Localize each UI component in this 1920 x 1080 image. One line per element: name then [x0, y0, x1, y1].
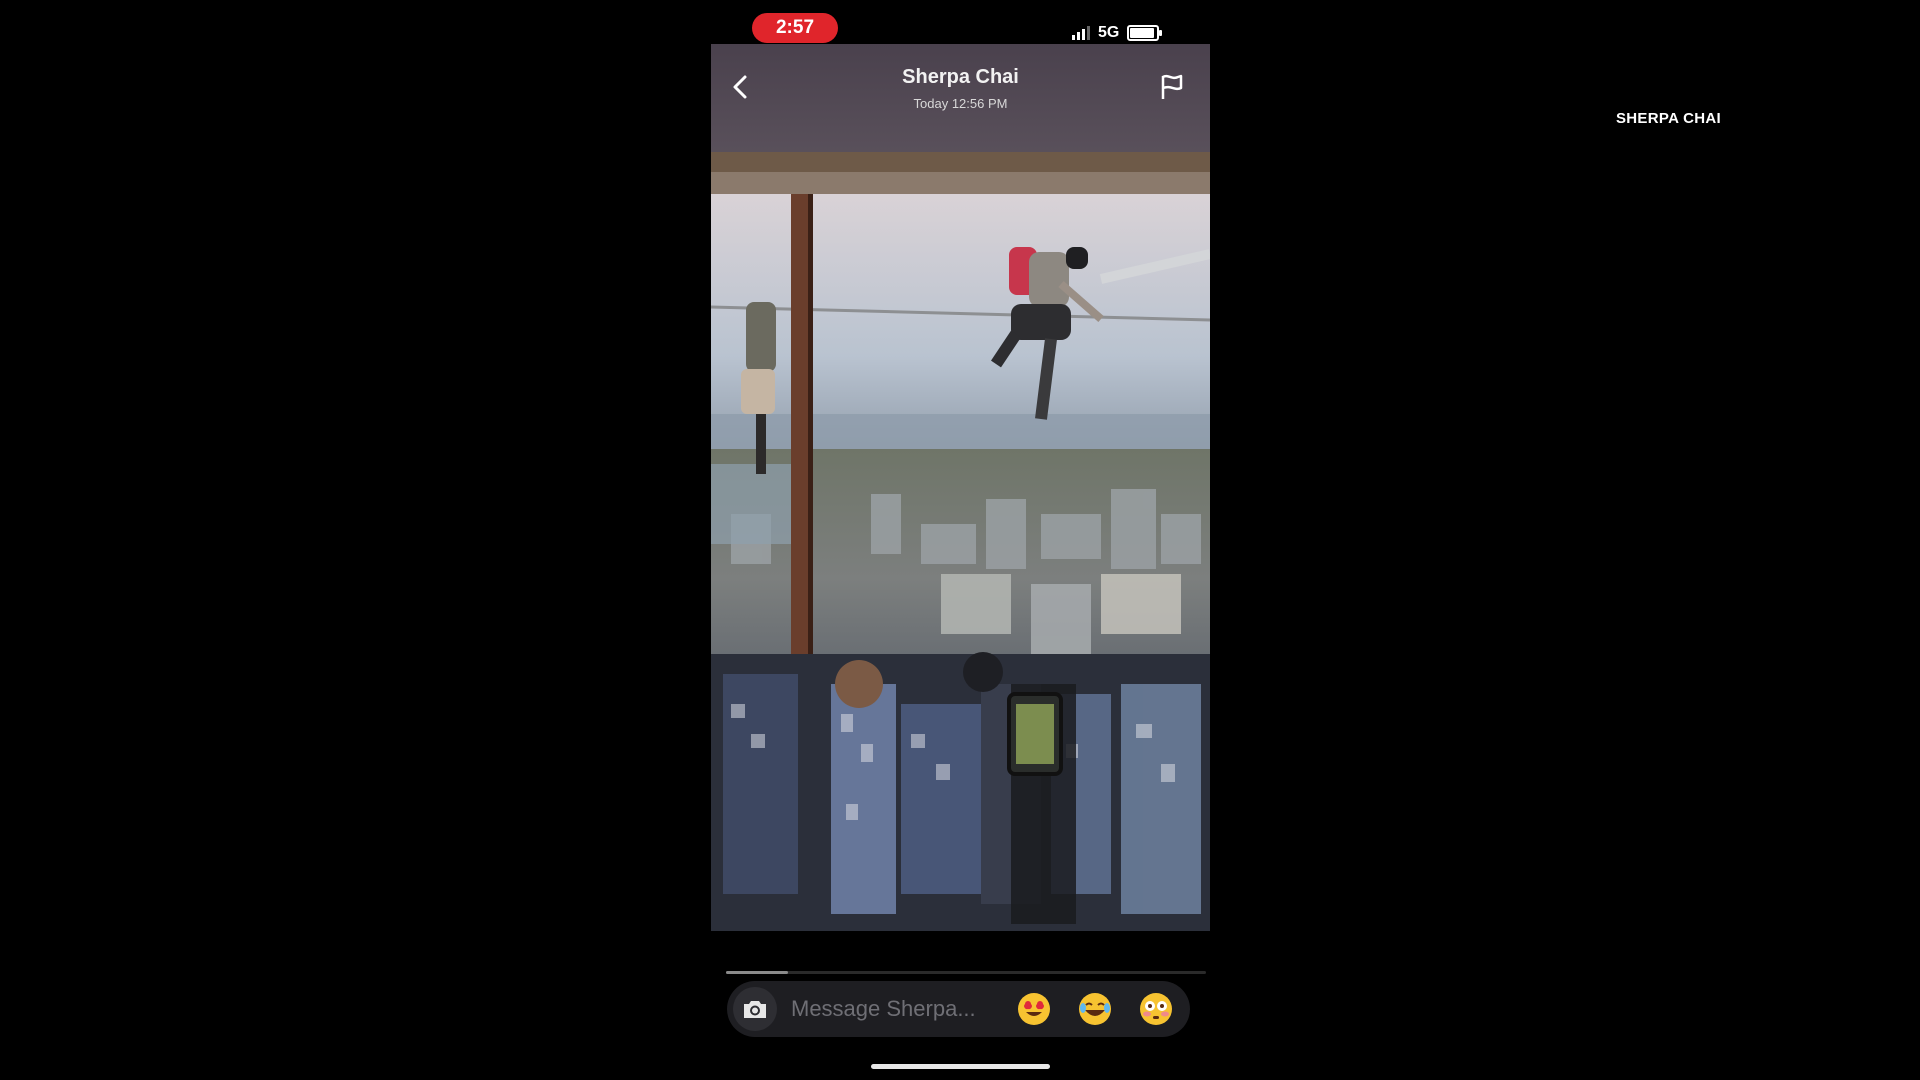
flushed-emoji-button[interactable] [1136, 989, 1176, 1029]
snap-timestamp: Today 12:56 PM [913, 96, 1008, 111]
heart-eyes-emoji-button[interactable] [1014, 989, 1054, 1029]
report-flag-icon[interactable] [1157, 72, 1187, 102]
network-type: 5G [1098, 24, 1120, 41]
video-frame: 2:57 5G Sherpa Chai Today 12:56 PM Messa… [0, 0, 1920, 1080]
story-progress-bar [726, 971, 1206, 974]
message-bar [727, 981, 1190, 1037]
snap-viewer[interactable]: Sherpa Chai Today 12:56 PM [711, 44, 1210, 931]
camera-icon [744, 1001, 766, 1018]
status-indicators: 5G [1072, 22, 1163, 44]
status-time: 2:57 [752, 13, 838, 43]
cellular-signal-icon [1072, 26, 1090, 40]
home-indicator [871, 1064, 1050, 1069]
heart-eyes-emoji-icon [1018, 993, 1050, 1025]
camera-button[interactable] [733, 987, 777, 1031]
flushed-emoji-icon [1140, 993, 1172, 1025]
laughing-crying-emoji-button[interactable] [1075, 989, 1115, 1029]
message-input[interactable] [789, 988, 993, 1030]
laughing-crying-emoji-icon [1079, 993, 1111, 1025]
battery-icon [1127, 25, 1163, 41]
snap-photo [711, 44, 1210, 931]
source-watermark: SHERPA CHAI [1616, 110, 1721, 127]
story-progress-fill [726, 971, 789, 974]
contact-name[interactable]: Sherpa Chai [711, 66, 1210, 89]
snap-header: Sherpa Chai Today 12:56 PM [711, 44, 1210, 124]
